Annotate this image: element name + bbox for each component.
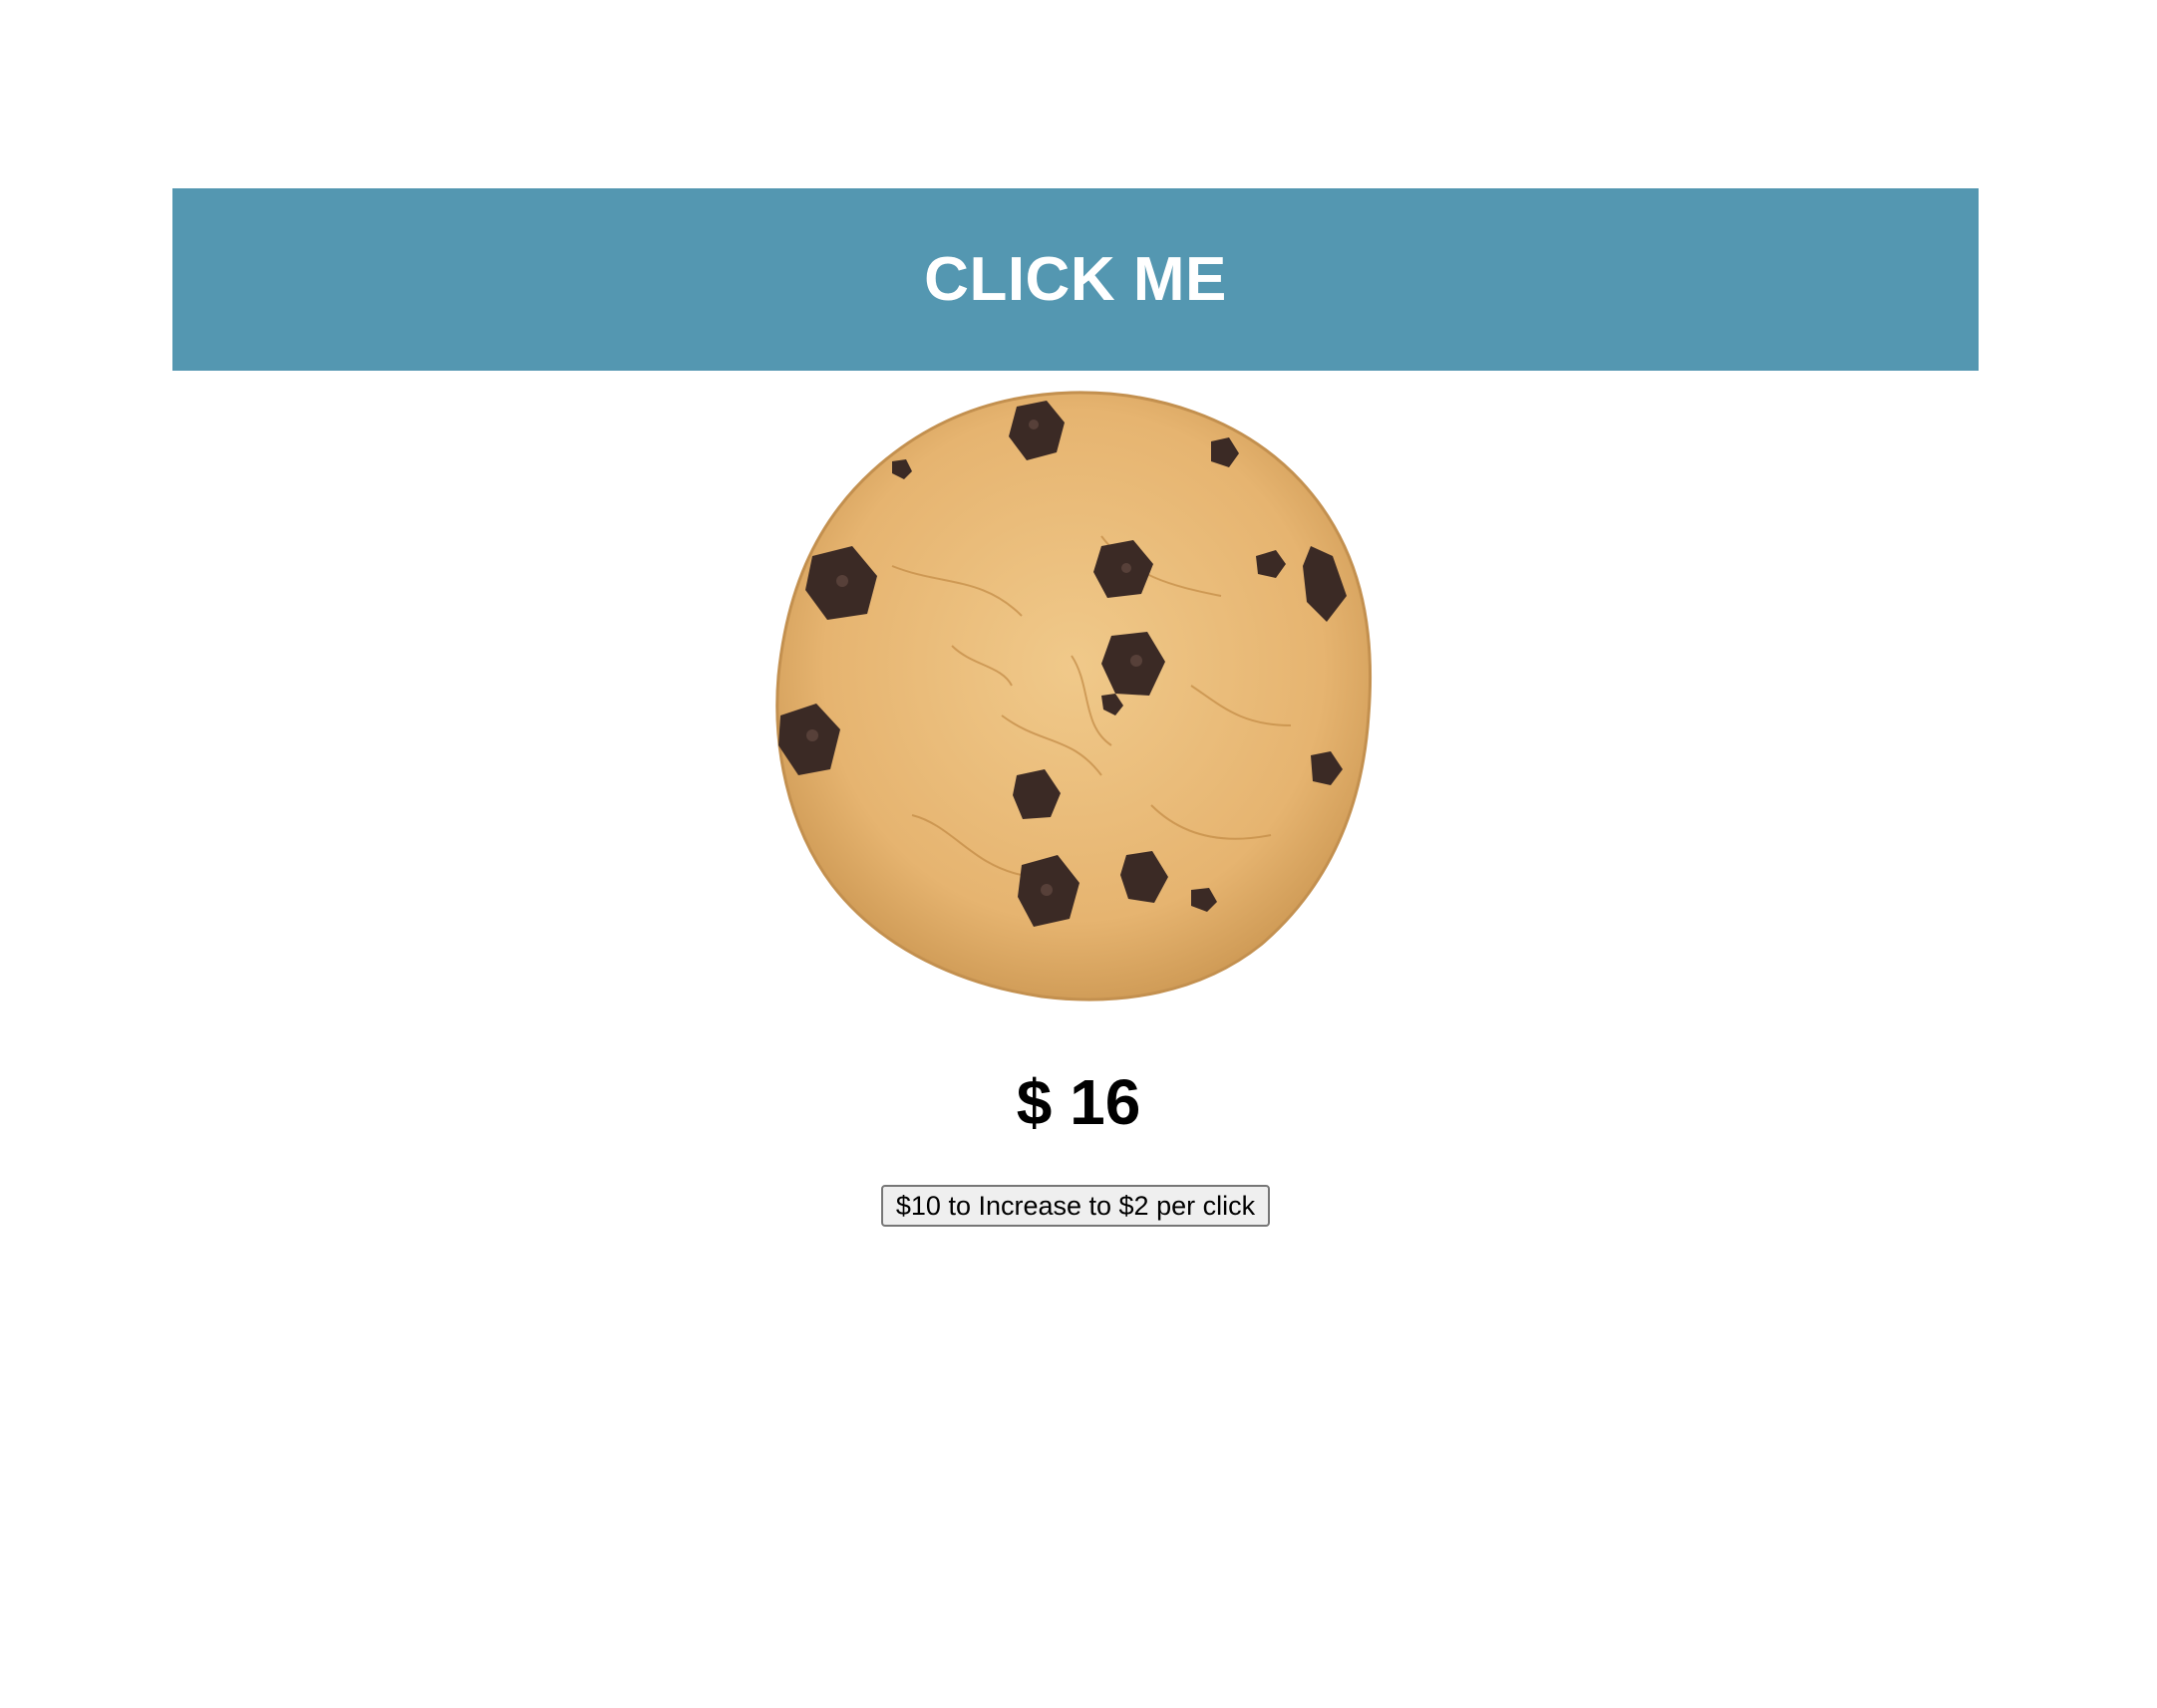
cookie-image[interactable] <box>772 387 1381 1004</box>
cookie-icon <box>775 391 1373 1001</box>
click-me-title: CLICK ME <box>924 245 1227 314</box>
upgrade-button[interactable]: $10 to Increase to $2 per click <box>881 1185 1270 1227</box>
money-counter: $ 16 <box>1016 1066 1141 1138</box>
click-me-banner[interactable]: CLICK ME <box>172 188 1979 371</box>
cookie-dough <box>775 391 1373 1001</box>
